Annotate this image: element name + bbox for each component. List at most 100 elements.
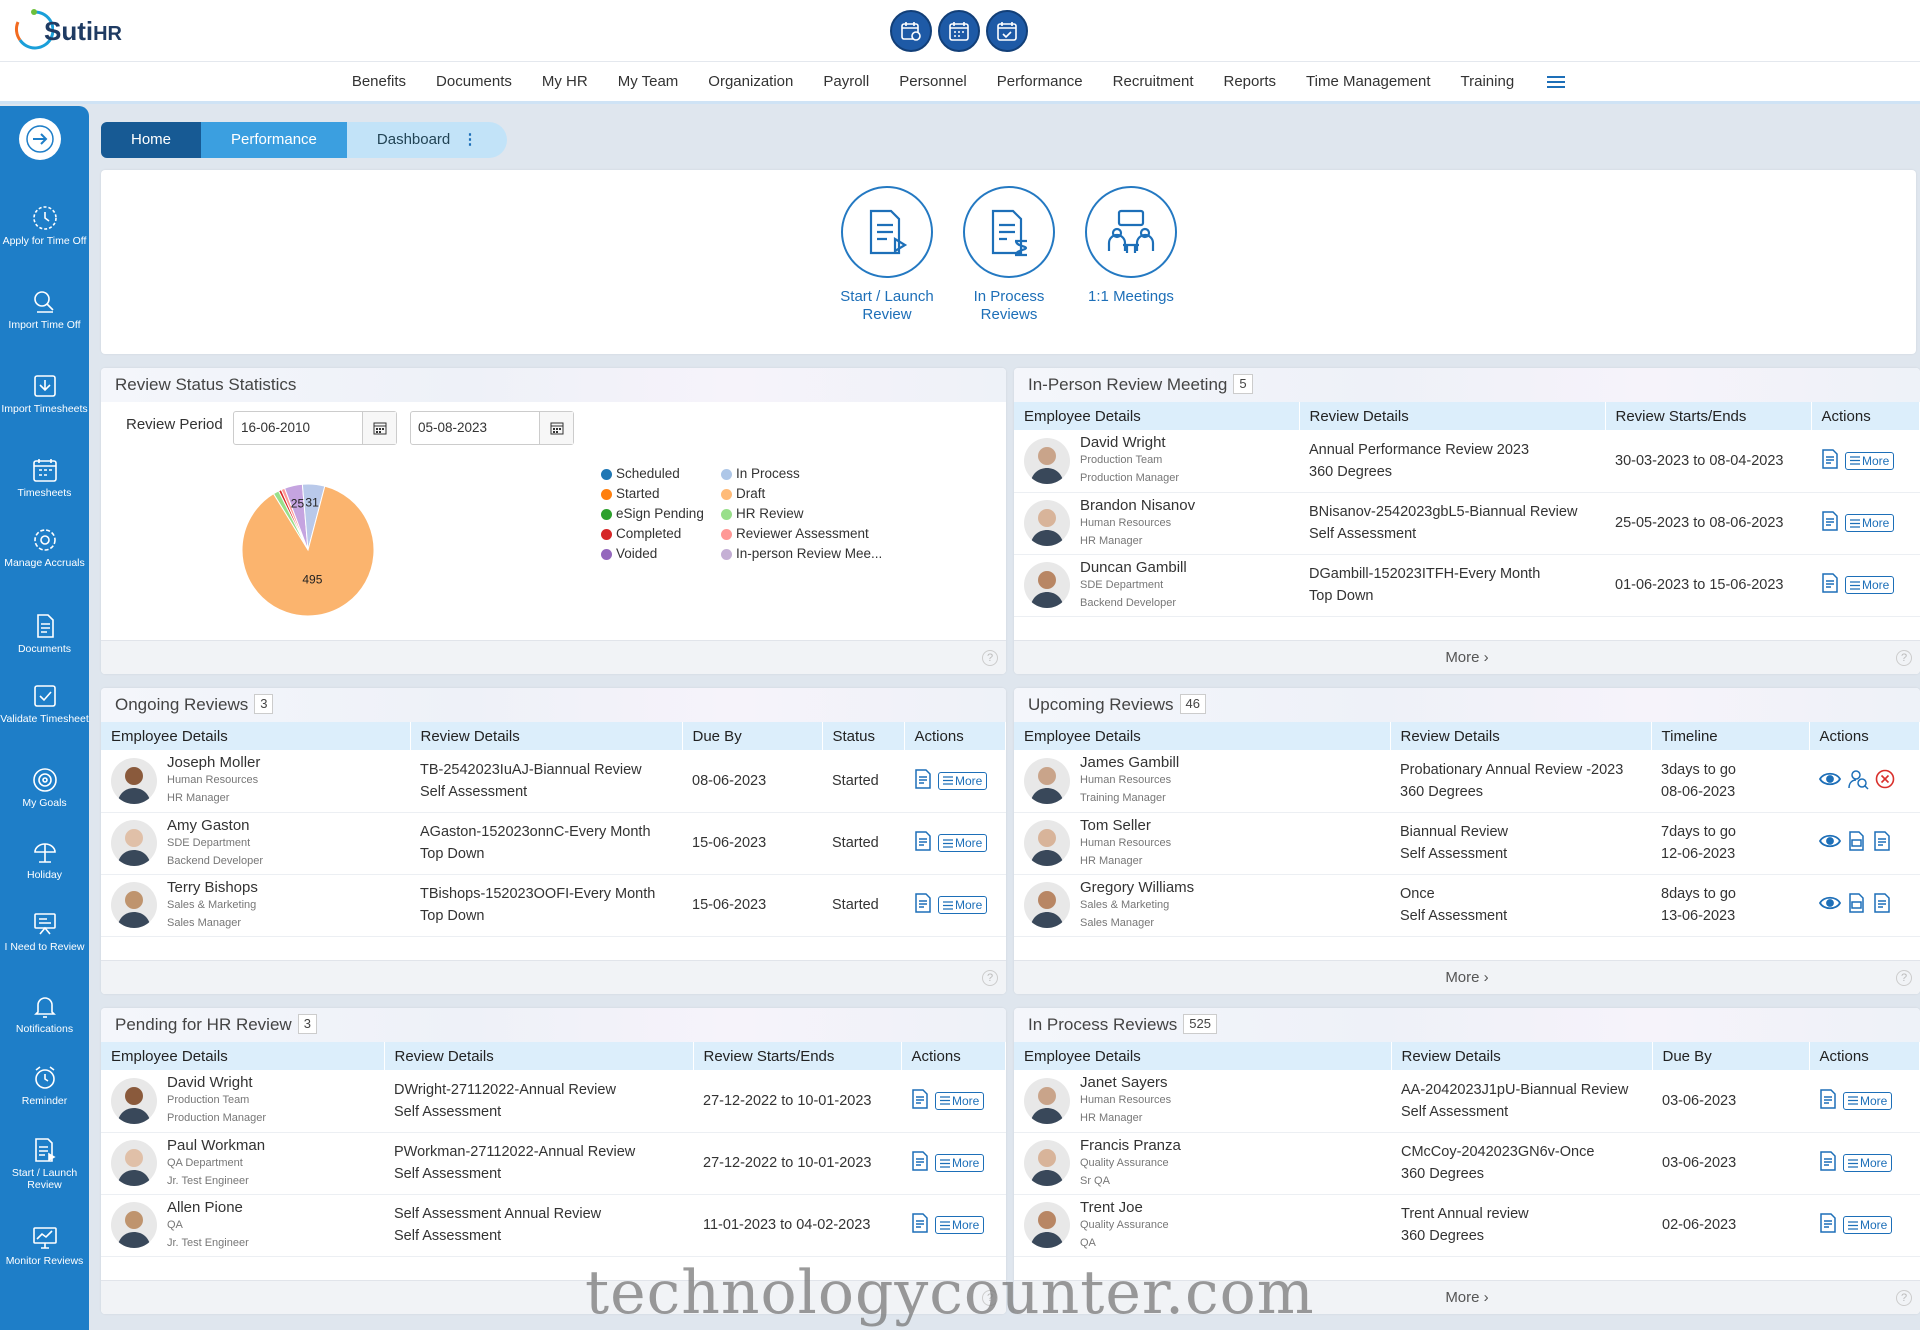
breadcrumb-dashboard[interactable]: Dashboard ⋮ — [346, 122, 508, 158]
more-button[interactable]: More — [1845, 576, 1895, 594]
sidebar-item-validate-timesheet[interactable]: Validate Timesheet — [0, 682, 89, 725]
sidebar-item-apply-time-off[interactable]: Apply for Time Off — [0, 204, 89, 247]
kebab-menu-icon[interactable]: ⋮ — [462, 131, 477, 148]
sidebar-item-timesheets[interactable]: Timesheets — [0, 456, 89, 499]
cancel-icon[interactable] — [1875, 769, 1895, 793]
employee-name[interactable]: Amy Gaston — [167, 817, 263, 834]
employee-name[interactable]: Tom Seller — [1080, 817, 1171, 834]
one-on-one-meetings-button[interactable]: 1:1 Meetings — [1071, 186, 1191, 306]
document-view-icon[interactable] — [1819, 1089, 1837, 1113]
eye-icon[interactable] — [1818, 834, 1842, 852]
calendar-icon[interactable] — [539, 412, 573, 444]
employee-name[interactable]: David Wright — [167, 1074, 266, 1091]
nav-personnel[interactable]: Personnel — [884, 62, 982, 101]
document-view-icon[interactable] — [914, 831, 932, 855]
nav-documents[interactable]: Documents — [421, 62, 527, 101]
document-view-icon[interactable] — [1821, 573, 1839, 597]
document-view-icon[interactable] — [914, 769, 932, 793]
document-view-icon[interactable] — [1819, 1151, 1837, 1175]
document-view-icon[interactable] — [911, 1151, 929, 1175]
legend-item[interactable]: Reviewer Assessment — [721, 524, 882, 544]
in-process-reviews-button[interactable]: In Process Reviews — [949, 186, 1069, 324]
nav-payroll[interactable]: Payroll — [808, 62, 884, 101]
more-button[interactable]: More — [1843, 1091, 1893, 1110]
sidebar-item-notifications[interactable]: Notifications — [0, 992, 89, 1035]
employee-name[interactable]: James Gambill — [1080, 754, 1179, 771]
breadcrumb-performance[interactable]: Performance — [201, 122, 347, 158]
eye-icon[interactable] — [1818, 896, 1842, 914]
help-icon[interactable]: ? — [982, 1290, 998, 1306]
nav-time-management[interactable]: Time Management — [1291, 62, 1446, 101]
help-icon[interactable]: ? — [982, 970, 998, 986]
employee-name[interactable]: Gregory Williams — [1080, 879, 1194, 896]
nav-organization[interactable]: Organization — [693, 62, 808, 101]
nav-recruitment[interactable]: Recruitment — [1098, 62, 1209, 101]
more-button[interactable]: More — [938, 896, 988, 914]
help-icon[interactable]: ? — [1896, 650, 1912, 666]
sidebar-item-import-timesheets[interactable]: Import Timesheets — [0, 372, 89, 415]
breadcrumb-home[interactable]: Home — [101, 122, 202, 158]
nav-training[interactable]: Training — [1446, 62, 1530, 101]
sutihr-logo[interactable]: SutiHR — [14, 6, 124, 58]
document-view-icon[interactable] — [1873, 831, 1891, 855]
calendar-clock-icon[interactable] — [890, 10, 932, 52]
nav-benefits[interactable]: Benefits — [337, 62, 421, 101]
sidebar-item-reminder[interactable]: Reminder — [0, 1064, 89, 1107]
more-button[interactable]: More — [1843, 1216, 1893, 1234]
hamburger-menu-icon[interactable] — [1529, 62, 1583, 101]
employee-name[interactable]: Trent Joe — [1080, 1199, 1169, 1216]
nav-performance[interactable]: Performance — [982, 62, 1098, 101]
document-view-icon[interactable] — [911, 1213, 929, 1237]
more-button[interactable]: More — [935, 1154, 985, 1172]
document-view-icon[interactable] — [1873, 893, 1891, 917]
document-view-icon[interactable] — [911, 1089, 929, 1113]
employee-name[interactable]: Paul Workman — [167, 1137, 265, 1154]
document-view-icon[interactable] — [1819, 1213, 1837, 1237]
calendar-check-icon[interactable] — [986, 10, 1028, 52]
employee-name[interactable]: Duncan Gambill — [1080, 559, 1187, 576]
employee-name[interactable]: Allen Pione — [167, 1199, 249, 1216]
legend-item[interactable]: HR Review — [721, 504, 882, 524]
legend-item[interactable]: Voided — [601, 544, 704, 564]
legend-item[interactable]: Completed — [601, 524, 704, 544]
calendar-icon[interactable] — [938, 10, 980, 52]
help-icon[interactable]: ? — [982, 650, 998, 666]
document-view-icon[interactable] — [914, 893, 932, 917]
eye-icon[interactable] — [1818, 772, 1842, 790]
more-button[interactable]: More — [938, 834, 988, 852]
user-search-icon[interactable] — [1847, 768, 1869, 794]
monitor-document-icon[interactable] — [1847, 831, 1867, 855]
document-view-icon[interactable] — [1821, 511, 1839, 535]
sidebar-item-documents[interactable]: Documents — [0, 612, 89, 655]
employee-name[interactable]: Terry Bishops — [167, 879, 258, 896]
monitor-document-icon[interactable] — [1847, 893, 1867, 917]
legend-item[interactable]: Draft — [721, 484, 882, 504]
calendar-icon[interactable] — [362, 412, 396, 444]
legend-item[interactable]: In-person Review Mee... — [721, 544, 882, 564]
employee-name[interactable]: David Wright — [1080, 434, 1179, 451]
from-date-picker[interactable]: 16-06-2010 — [233, 411, 397, 445]
employee-name[interactable]: Janet Sayers — [1080, 1074, 1171, 1091]
more-link[interactable]: More › — [1445, 1289, 1488, 1306]
legend-item[interactable]: In Process — [721, 464, 882, 484]
nav-my-hr[interactable]: My HR — [527, 62, 603, 101]
document-view-icon[interactable] — [1821, 449, 1839, 473]
nav-reports[interactable]: Reports — [1209, 62, 1292, 101]
sidebar-item-monitor-reviews[interactable]: Monitor Reviews — [0, 1224, 89, 1267]
more-button[interactable]: More — [1843, 1154, 1893, 1172]
legend-item[interactable]: Scheduled — [601, 464, 704, 484]
nav-my-team[interactable]: My Team — [603, 62, 694, 101]
employee-name[interactable]: Francis Pranza — [1080, 1137, 1181, 1154]
to-date-picker[interactable]: 05-08-2023 — [410, 411, 574, 445]
sidebar-item-holiday[interactable]: Holiday — [0, 838, 89, 881]
legend-item[interactable]: Started — [601, 484, 704, 504]
sidebar-item-my-goals[interactable]: My Goals — [0, 766, 89, 809]
more-button[interactable]: More — [935, 1091, 985, 1110]
help-icon[interactable]: ? — [1896, 970, 1912, 986]
more-button[interactable]: More — [1845, 451, 1895, 470]
employee-name[interactable]: Joseph Moller — [167, 754, 260, 771]
employee-name[interactable]: Brandon Nisanov — [1080, 497, 1195, 514]
sidebar-item-i-need-to-review[interactable]: I Need to Review — [0, 910, 89, 953]
more-button[interactable]: More — [935, 1216, 985, 1234]
menu-arrow-icon[interactable] — [19, 118, 61, 160]
